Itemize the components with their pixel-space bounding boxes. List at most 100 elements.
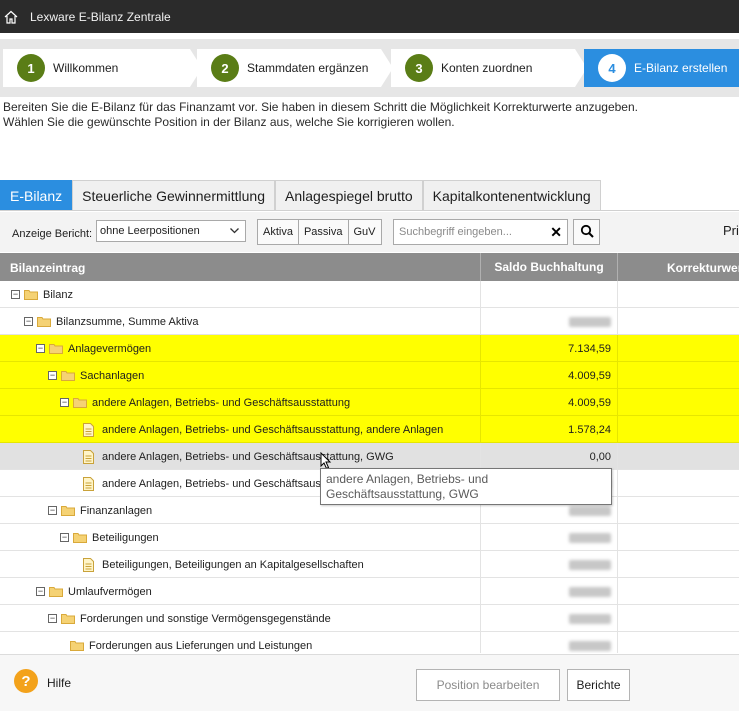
report-type-group: Aktiva Passiva GuV xyxy=(257,219,382,245)
folder-icon xyxy=(61,371,75,381)
search-placeholder: Suchbegriff eingeben... xyxy=(399,226,512,238)
search-input[interactable]: Suchbegriff eingeben... ✕ xyxy=(393,219,568,245)
report-label: Anzeige Bericht: xyxy=(12,228,93,240)
search-icon xyxy=(580,224,594,241)
grid-body: − Bilanz − Bilanzsumme, Summe Aktiva − A… xyxy=(0,281,739,653)
row-label: Bilanzsumme, Summe Aktiva xyxy=(56,315,199,328)
step-number: 4 xyxy=(598,54,626,82)
row-label: Sachanlagen xyxy=(80,369,145,382)
tab-kapitalkontenentwicklung[interactable]: Kapitalkontenentwicklung xyxy=(422,180,601,211)
footer-bar: ? Hilfe Position bearbeiten Berichte xyxy=(0,654,739,711)
folder-icon xyxy=(61,506,75,516)
col-korrekturwert[interactable]: Korrekturwert xyxy=(667,261,739,275)
row-label: Finanzanlagen xyxy=(80,504,153,517)
row-value: 4.009,59 xyxy=(568,396,611,409)
row-label: Beteiligungen xyxy=(92,531,159,544)
step-label: Stammdaten ergänzen xyxy=(247,61,369,75)
step-number: 3 xyxy=(405,54,433,82)
row-label: Anlagevermögen xyxy=(68,342,152,355)
help-icon[interactable]: ? xyxy=(14,669,38,693)
step-number: 2 xyxy=(211,54,239,82)
report-select[interactable]: ohne Leerpositionen xyxy=(96,220,246,242)
table-row[interactable]: Beteiligungen, Beteiligungen an Kapitalg… xyxy=(0,551,739,578)
row-label: Bilanz xyxy=(43,288,73,301)
blurred-value xyxy=(569,559,611,570)
table-row[interactable]: − Beteiligungen xyxy=(0,524,739,551)
collapse-icon[interactable]: − xyxy=(11,290,20,299)
row-value: 1.578,24 xyxy=(568,423,611,436)
collapse-icon[interactable]: − xyxy=(60,398,69,407)
step-stammdaten[interactable]: 2 Stammdaten ergänzen xyxy=(197,49,393,87)
intro-line-2: Wählen Sie die gewünschte Position in de… xyxy=(3,115,455,129)
guv-button[interactable]: GuV xyxy=(347,219,382,245)
intro-line-1: Bereiten Sie die E-Bilanz für das Finanz… xyxy=(3,100,638,114)
blurred-value xyxy=(569,613,611,624)
clear-icon[interactable]: ✕ xyxy=(550,224,562,241)
row-label: andere Anlagen, Betriebs- und Geschäftsa… xyxy=(102,450,394,463)
folder-icon xyxy=(24,290,38,300)
row-label: andere Anlagen, Betriebs- und Geschäftsa… xyxy=(102,423,444,436)
folder-icon xyxy=(49,587,63,597)
tab-steuerliche-gewinnermittlung[interactable]: Steuerliche Gewinnermittlung xyxy=(72,180,276,211)
row-tooltip: andere Anlagen, Betriebs- und Geschäftsa… xyxy=(320,468,612,505)
col-saldo-buchhaltung[interactable]: Saldo Buchhaltung xyxy=(480,253,618,281)
collapse-icon[interactable]: − xyxy=(48,506,57,515)
chevron-down-icon xyxy=(229,225,240,239)
tab-ebilanz[interactable]: E-Bilanz xyxy=(0,180,73,211)
table-row[interactable]: andere Anlagen, Betriebs- und Geschäftsa… xyxy=(0,416,739,443)
folder-icon xyxy=(73,398,87,408)
blurred-value xyxy=(569,316,611,327)
edit-position-button[interactable]: Position bearbeiten xyxy=(416,669,560,701)
blurred-value xyxy=(569,640,611,651)
row-label: andere Anlagen, Betriebs- und Geschäftsa… xyxy=(92,396,351,409)
reports-button[interactable]: Berichte xyxy=(567,669,630,701)
help-link[interactable]: Hilfe xyxy=(47,676,71,690)
table-row[interactable]: − Bilanzsumme, Summe Aktiva xyxy=(0,308,739,335)
table-row[interactable]: Forderungen aus Lieferungen und Leistung… xyxy=(0,632,739,653)
blurred-value xyxy=(569,505,611,516)
toolbar: Anzeige Bericht: ohne Leerpositionen Akt… xyxy=(0,212,739,252)
table-row[interactable]: − andere Anlagen, Betriebs- und Geschäft… xyxy=(0,389,739,416)
table-row[interactable]: − Sachanlagen 4.009,59 xyxy=(0,362,739,389)
table-row[interactable]: andere Anlagen, Betriebs- und Geschäftsa… xyxy=(0,443,739,470)
document-icon xyxy=(83,449,94,464)
folder-icon xyxy=(70,641,84,651)
tab-divider xyxy=(0,210,739,211)
print-label[interactable]: Pri xyxy=(723,223,739,238)
aktiva-button[interactable]: Aktiva xyxy=(257,219,299,245)
collapse-icon[interactable]: − xyxy=(48,371,57,380)
table-row[interactable]: − Bilanz xyxy=(0,281,739,308)
table-row[interactable]: − Forderungen und sonstige Vermögensgege… xyxy=(0,605,739,632)
folder-icon xyxy=(73,533,87,543)
collapse-icon[interactable]: − xyxy=(36,587,45,596)
row-label: Beteiligungen, Beteiligungen an Kapitalg… xyxy=(102,558,364,571)
blurred-value xyxy=(569,532,611,543)
report-select-value: ohne Leerpositionen xyxy=(100,225,200,237)
col-bilanzeintrag[interactable]: Bilanzeintrag xyxy=(10,261,85,275)
step-number: 1 xyxy=(17,54,45,82)
col-saldo-label: Saldo Buchhaltung xyxy=(494,260,604,274)
app-title: Lexware E-Bilanz Zentrale xyxy=(30,9,171,24)
row-label: Umlaufvermögen xyxy=(68,585,152,598)
blurred-value xyxy=(569,586,611,597)
tab-bar: E-Bilanz Steuerliche Gewinnermittlung An… xyxy=(0,180,601,211)
home-icon[interactable] xyxy=(0,0,22,33)
collapse-icon[interactable]: − xyxy=(48,614,57,623)
search-button[interactable] xyxy=(573,219,600,245)
step-konten[interactable]: 3 Konten zuordnen xyxy=(391,49,587,87)
folder-icon xyxy=(49,344,63,354)
row-label: Forderungen und sonstige Vermögensgegens… xyxy=(80,612,331,625)
tab-anlagespiegel-brutto[interactable]: Anlagespiegel brutto xyxy=(275,180,423,211)
passiva-button[interactable]: Passiva xyxy=(297,219,349,245)
step-ebilanz[interactable]: 4 E-Bilanz erstellen xyxy=(584,49,739,87)
collapse-icon[interactable]: − xyxy=(24,317,33,326)
row-label: Forderungen aus Lieferungen und Leistung… xyxy=(89,639,313,652)
folder-icon xyxy=(61,614,75,624)
collapse-icon[interactable]: − xyxy=(60,533,69,542)
collapse-icon[interactable]: − xyxy=(36,344,45,353)
row-value: 0,00 xyxy=(589,450,611,463)
folder-icon xyxy=(37,317,51,327)
table-row[interactable]: − Anlagevermögen 7.134,59 xyxy=(0,335,739,362)
step-willkommen[interactable]: 1 Willkommen xyxy=(3,49,202,87)
table-row[interactable]: − Umlaufvermögen xyxy=(0,578,739,605)
